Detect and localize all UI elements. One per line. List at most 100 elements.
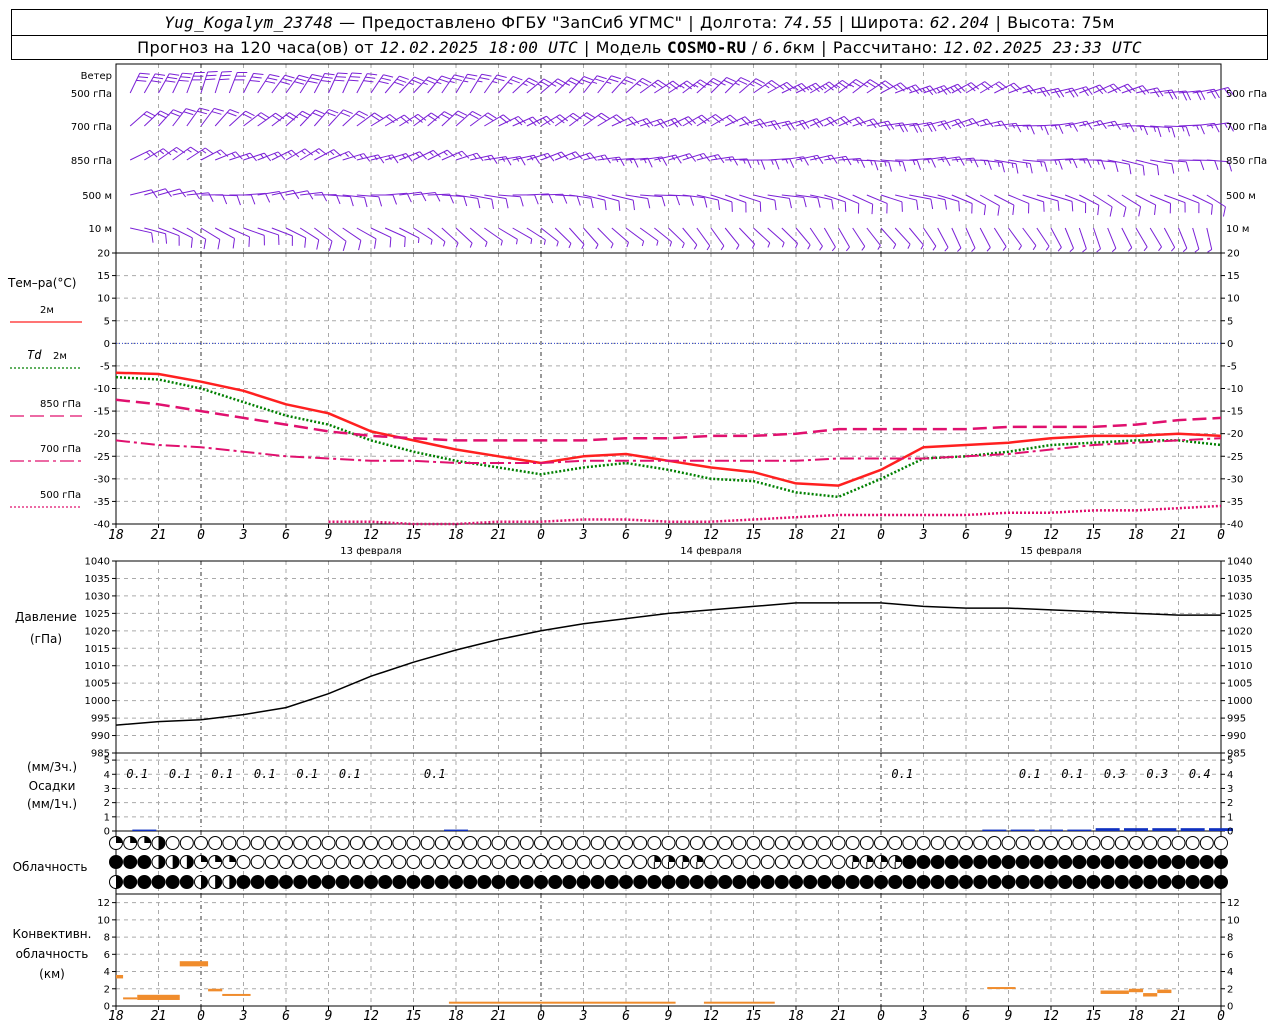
cloud-symbol-outline [505,836,520,850]
cloud-symbol [803,836,818,850]
wind-barb-feather [713,77,723,84]
wind-barb-staff [1135,227,1148,248]
wind-barb-feather [467,73,478,77]
wind-barb-feather [795,243,799,249]
cloud-symbol [902,855,917,869]
cloud-symbol-fill [917,875,930,889]
day-label: 13 февраля [340,546,401,557]
wind-barb-feather [292,190,300,200]
cloud-symbol [1001,836,1016,850]
wind-barb-feather [226,112,237,117]
cloud-symbol [449,855,463,869]
wind-barb-staff [568,227,585,245]
wind-barb-feather [1040,125,1044,131]
wind-barb-feather [335,76,346,78]
legend-td-label: Td [27,348,42,362]
wind-barb [611,76,637,94]
cloud-symbol-fill [1214,855,1228,869]
wind-barb-feather [1167,127,1171,133]
hour-label-bottom: 0 [537,1009,545,1024]
wind-barb-staff [1093,227,1101,250]
cloud-symbol [831,855,846,869]
cloud-symbol-outline [222,836,237,850]
wind-barb-feather [299,113,309,119]
wind-barb [1036,124,1064,134]
cloud-symbol-outline [349,836,364,850]
cloud-symbol [1100,875,1115,889]
wind-barb [1078,227,1087,253]
hour-label-bottom: 0 [1217,1009,1225,1024]
wind-barb-feather [510,78,520,84]
wind-barb-feather [969,158,973,164]
wind-barb-feather [512,75,523,81]
cloud-symbol-outline [732,855,747,869]
cloud-symbol [194,855,208,869]
wind-barb-staff [342,227,362,241]
wind-barb [951,194,973,214]
wind-barb-feather [1032,245,1037,251]
wind-barb-staff [979,227,991,248]
wind-barb-feather [377,154,385,164]
wind-barb-feather [469,113,479,120]
wind-barb [923,194,947,210]
wind-barb-feather [863,83,869,88]
wind-barb-feather [1029,163,1033,174]
cloud-symbol-fill [116,875,123,889]
wind-barb-feather [458,152,463,157]
cloud-symbol [123,875,138,889]
wind-barb [767,158,795,168]
cloud-symbol [123,836,138,850]
wind-barb [724,194,747,213]
wind-barb-feather [249,79,260,83]
cloud-symbol [661,836,676,850]
wind-barb [214,70,232,94]
cloud-symbol-outline [236,855,251,869]
wind-barb-feather [592,81,598,84]
cloud-symbol [1129,836,1143,850]
cloud-symbol [604,875,619,889]
wind-barb-feather [287,151,292,156]
cloud-symbol-fill [761,875,775,889]
wind-barb [965,194,986,216]
cloud-symbol [321,875,336,889]
cloud-symbol-outline [959,836,973,850]
cloud-symbol-fill [1016,855,1030,869]
cloud-symbol-fill [832,875,845,889]
wind-barb-feather [866,81,876,88]
cloud-symbol-outline [1100,836,1115,850]
wind-barb-feather [950,87,955,92]
wind-barb-staff [696,227,711,247]
temp-tick-right: 15 [1227,271,1240,282]
cloud-symbol-fill [506,875,520,889]
cloud-symbol [1129,855,1143,869]
wind-barb-staff [738,227,755,245]
cloud-symbol [1214,836,1228,850]
cloud-symbol [774,875,789,889]
cloud-symbol [590,875,605,889]
cloud-symbol-fill [1186,875,1200,889]
cloud-symbol-fill [1214,875,1228,889]
wind-barb-feather [304,237,307,248]
cloud-symbol-outline [973,836,988,850]
wind-barb-feather [732,156,739,166]
wind-barb-staff [144,227,166,235]
wind-barb-feather [1114,121,1121,130]
cloud-symbol-outline [548,836,563,850]
wind-level-left: 700 гПа [71,122,112,133]
cloud-symbol-outline [307,855,322,869]
cloud-symbol-fill [123,855,137,869]
wind-barb [838,79,865,94]
wind-barb-feather [997,205,1000,216]
wind-barb-feather [583,76,594,81]
precip-amount: 0.1 [296,767,318,781]
cloud-symbol [236,836,251,850]
wind-barb [625,77,652,94]
temp-tick-right: 10 [1227,294,1240,305]
cloud-symbol [222,855,237,869]
cloud-symbol [774,836,789,850]
hour-label-bottom: 6 [282,1009,290,1024]
wind-barb-feather [146,111,156,117]
wind-barb-feather [472,154,477,159]
wind-barb [980,159,1005,173]
wind-barb [498,75,523,94]
